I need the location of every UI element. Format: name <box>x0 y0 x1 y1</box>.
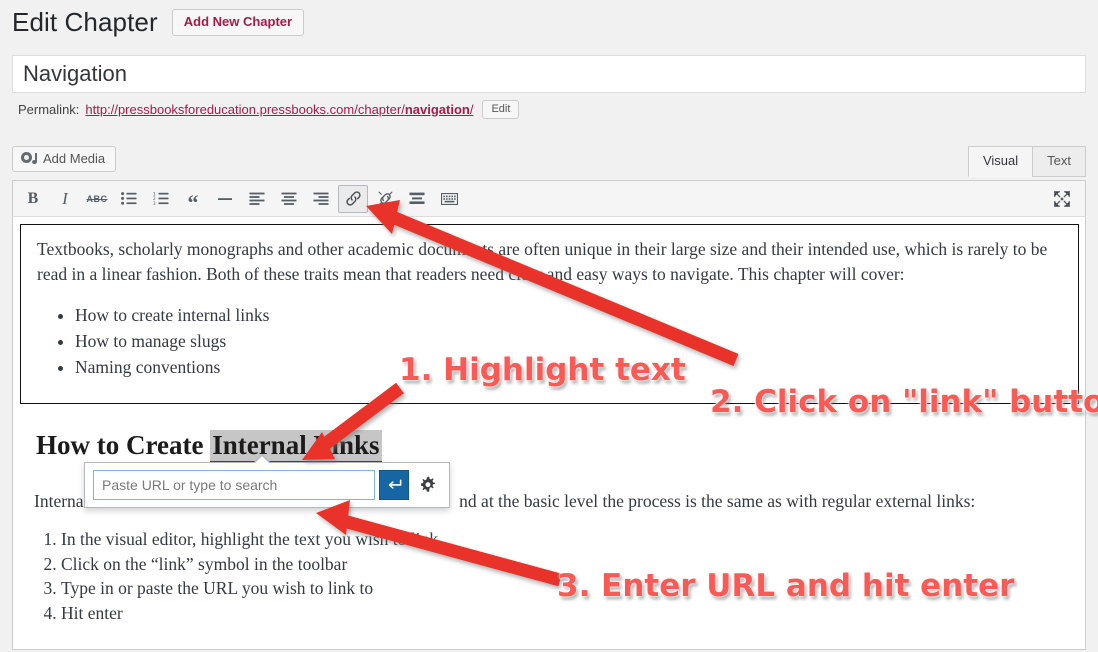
annotation-step-1: 1. Highlight text <box>398 351 686 388</box>
blockquote-button[interactable]: “ <box>178 185 208 213</box>
editor-mode-tabs: Visual Text <box>967 146 1086 177</box>
gear-icon <box>420 476 436 492</box>
read-more-button[interactable] <box>402 185 432 213</box>
permalink-row: Permalink: http://pressbooksforeducation… <box>18 100 520 119</box>
numbered-list-button[interactable]: 1 2 3 <box>146 185 176 213</box>
link-url-input[interactable] <box>93 470 375 500</box>
enter-arrow-icon <box>388 479 401 489</box>
strikethrough-button[interactable]: ABC <box>82 185 112 213</box>
permalink-suffix: / <box>469 102 474 117</box>
bulleted-list-button[interactable] <box>114 185 144 213</box>
page-header: Edit Chapter Add New Chapter <box>12 4 305 40</box>
align-right-button[interactable] <box>306 185 336 213</box>
bulleted-list-icon <box>121 192 137 205</box>
align-left-button[interactable] <box>242 185 272 213</box>
intro-paragraph: Textbooks, scholarly monographs and othe… <box>37 239 1048 284</box>
horizontal-rule-icon <box>218 197 232 200</box>
permalink-prefix: http://pressbooksforeducation.pressbooks… <box>85 102 405 117</box>
quote-icon: “ <box>187 189 199 215</box>
link-apply-button[interactable] <box>379 470 409 500</box>
chapter-title-value: Navigation <box>23 61 127 86</box>
heading-prefix: How to Create <box>36 430 211 460</box>
align-left-icon <box>249 192 265 205</box>
steps-list: In the visual editor, highlight the text… <box>34 527 438 625</box>
list-item: How to manage slugs <box>75 329 1062 353</box>
bold-button[interactable]: B <box>18 185 48 213</box>
list-item: In the visual editor, highlight the text… <box>61 527 438 552</box>
permalink-slug: navigation <box>404 102 470 117</box>
align-center-button[interactable] <box>274 185 304 213</box>
annotation-step-2: 2. Click on "link" button <box>709 383 1098 420</box>
link-options-button[interactable] <box>415 470 441 500</box>
keyboard-toolbar-icon <box>440 192 458 205</box>
edit-permalink-button[interactable]: Edit <box>482 100 520 119</box>
align-right-icon <box>313 192 329 205</box>
align-center-icon <box>281 192 297 205</box>
media-row: Add Media Visual Text <box>12 138 1086 180</box>
italic-button[interactable]: I <box>50 185 80 213</box>
paragraph-tail: nd at the basic level the process is the… <box>459 491 976 511</box>
tab-text[interactable]: Text <box>1032 146 1086 177</box>
read-more-icon <box>409 192 425 204</box>
selected-text-highlight[interactable]: Internal Links <box>210 430 382 464</box>
unlink-icon <box>378 191 392 206</box>
strikethrough-icon: ABC <box>86 193 108 204</box>
list-item: Type in or paste the URL you wish to lin… <box>61 576 438 601</box>
list-item: Hit enter <box>61 601 438 626</box>
horizontal-rule-button[interactable] <box>210 185 240 213</box>
permalink-link[interactable]: http://pressbooksforeducation.pressbooks… <box>85 102 473 117</box>
edit-chapter-screen: Edit Chapter Add New Chapter Navigation … <box>0 0 1098 652</box>
toolbar-toggle-button[interactable] <box>434 185 464 213</box>
bold-icon: B <box>27 189 39 207</box>
list-item: Click on the “link” symbol in the toolba… <box>61 552 438 577</box>
remove-link-button[interactable] <box>370 185 400 213</box>
link-icon <box>345 191 361 206</box>
insert-link-dialog <box>84 454 450 508</box>
list-item: How to create internal links <box>75 303 1062 327</box>
fullscreen-icon <box>1054 190 1070 207</box>
fullscreen-button[interactable] <box>1047 185 1077 213</box>
italic-icon: I <box>62 188 68 208</box>
editor-toolbar: B I ABC 1 2 3 “ <box>12 180 1086 217</box>
add-media-label: Add Media <box>43 151 106 166</box>
page-title: Edit Chapter <box>12 7 158 37</box>
numbered-list-icon: 1 2 3 <box>153 192 169 205</box>
insert-link-button[interactable] <box>338 184 368 213</box>
add-media-button[interactable]: Add Media <box>12 146 117 172</box>
permalink-label: Permalink: <box>18 102 80 117</box>
add-new-chapter-button[interactable]: Add New Chapter <box>171 8 305 36</box>
tab-visual[interactable]: Visual <box>967 146 1034 177</box>
section-heading: How to Create Internal Links <box>36 430 382 464</box>
media-icon <box>21 151 37 166</box>
annotation-step-3: 3. Enter URL and hit enter <box>556 567 1015 604</box>
svg-text:3: 3 <box>153 201 156 205</box>
chapter-title-input[interactable]: Navigation <box>12 55 1086 93</box>
